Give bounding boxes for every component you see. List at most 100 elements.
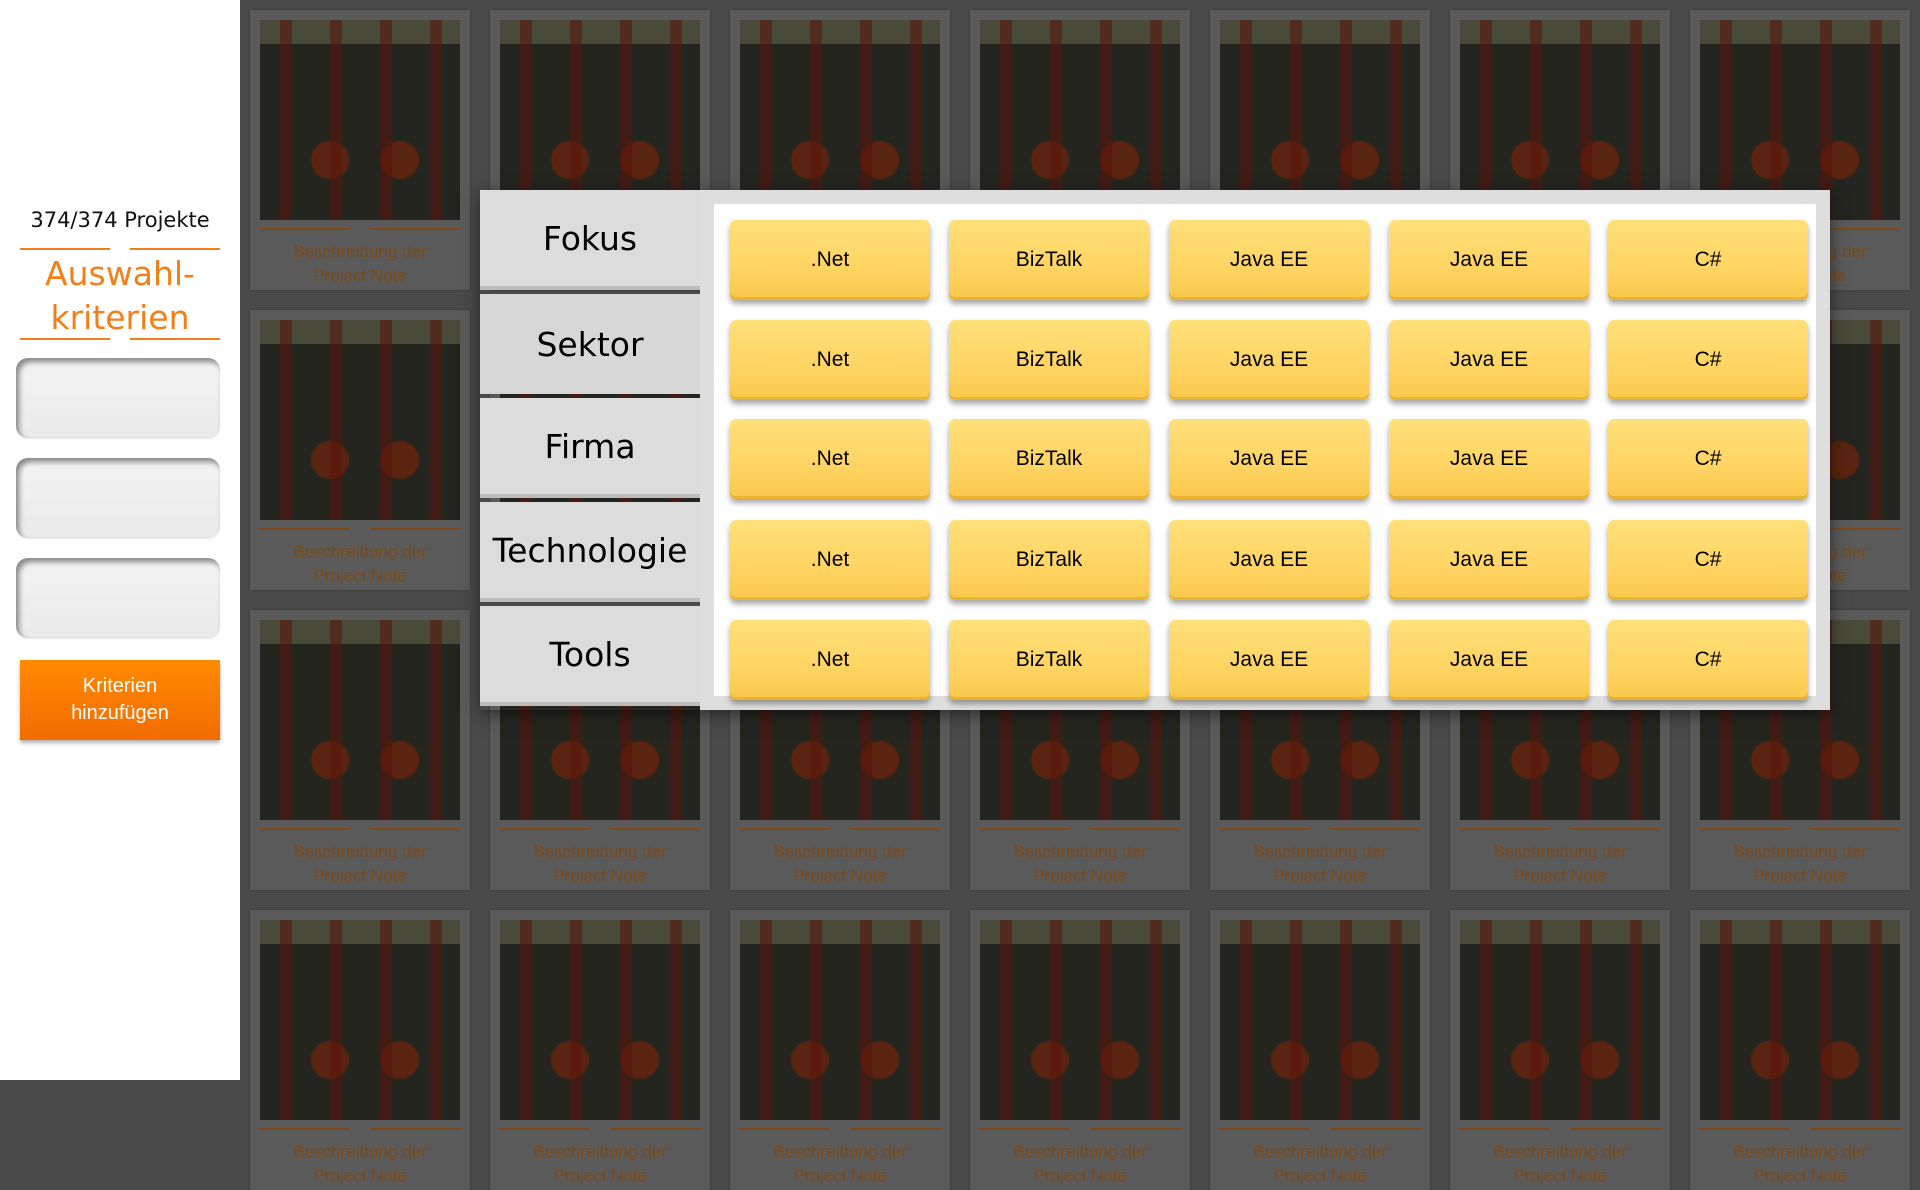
tab-tools[interactable]: Tools: [480, 606, 700, 706]
tile-divider: [1090, 1128, 1180, 1130]
project-tile[interactable]: Beschreibung der Project Note: [970, 910, 1190, 1190]
project-tile[interactable]: Beschreibung der Project Note: [250, 10, 470, 290]
description-line-2: Project Note: [1753, 1166, 1847, 1185]
filter-option-button[interactable]: Java EE: [1169, 220, 1369, 300]
criteria-slot-1[interactable]: [16, 358, 220, 438]
tile-divider: [1810, 828, 1900, 830]
description-line-1: Beschreibung der: [1253, 1142, 1387, 1161]
tab-technologie[interactable]: Technologie: [480, 502, 700, 602]
description-line-1: Beschreibung der: [1013, 1142, 1147, 1161]
tile-divider: [1090, 828, 1180, 830]
filter-option-button[interactable]: C#: [1608, 620, 1808, 700]
divider-line: [20, 338, 110, 340]
tab-firma[interactable]: Firma: [480, 398, 700, 498]
description-line-2: Project Note: [1033, 1166, 1127, 1185]
tile-divider: [740, 1128, 830, 1130]
tab-sektor[interactable]: Sektor: [480, 294, 700, 394]
filter-option-button[interactable]: BizTalk: [949, 220, 1149, 300]
description-line-2: Project Note: [313, 866, 407, 885]
project-description: Beschreibung der Project Note: [1690, 1140, 1910, 1188]
project-description: Beschreibung der Project Note: [730, 840, 950, 888]
filter-option-button[interactable]: C#: [1608, 520, 1808, 600]
filter-option-button[interactable]: Java EE: [1169, 419, 1369, 499]
project-tile[interactable]: Beschreibung der Project Note: [250, 310, 470, 590]
filter-option-button[interactable]: BizTalk: [949, 419, 1149, 499]
tile-divider: [1220, 828, 1310, 830]
tile-divider: [1810, 1128, 1900, 1130]
project-description: Beschreibung der Project Note: [1210, 1140, 1430, 1188]
filter-option-button[interactable]: Java EE: [1389, 419, 1589, 499]
project-count: 374/374 Projekte: [30, 208, 210, 232]
project-thumbnail: [980, 920, 1180, 1120]
description-line-1: Beschreibung der: [1733, 1142, 1867, 1161]
project-tile[interactable]: Beschreibung der Project Note: [1690, 910, 1910, 1190]
filter-option-button[interactable]: .Net: [730, 520, 930, 600]
tile-divider: [1330, 828, 1420, 830]
tile-divider: [370, 528, 460, 530]
filter-option-button[interactable]: BizTalk: [949, 520, 1149, 600]
sidebar: 374/374 Projekte Auswahl- kriterien Krit…: [0, 0, 240, 1080]
project-tile[interactable]: Beschreibung der Project Note: [250, 610, 470, 890]
filter-option-button[interactable]: BizTalk: [949, 320, 1149, 400]
description-line-1: Beschreibung der: [773, 1142, 907, 1161]
tile-divider: [610, 1128, 700, 1130]
filter-option-button[interactable]: .Net: [730, 620, 930, 700]
criteria-slot-3[interactable]: [16, 558, 220, 638]
tile-divider: [850, 828, 940, 830]
description-line-2: Project Note: [1033, 866, 1127, 885]
description-line-1: Beschreibung der: [773, 842, 907, 861]
project-tile[interactable]: Beschreibung der Project Note: [490, 910, 710, 1190]
filter-option-button[interactable]: .Net: [730, 419, 930, 499]
filter-option-button[interactable]: Java EE: [1389, 520, 1589, 600]
filter-option-button[interactable]: Java EE: [1389, 620, 1589, 700]
project-thumbnail: [260, 320, 460, 520]
description-line-1: Beschreibung der: [1733, 842, 1867, 861]
project-thumbnail: [260, 920, 460, 1120]
tab-fokus[interactable]: Fokus: [480, 190, 700, 290]
filter-options-grid: .Net BizTalk Java EE Java EE C# .Net BizTalk Ja…: [714, 204, 1816, 700]
description-line-2: Project Note: [313, 566, 407, 585]
tile-divider: [260, 528, 350, 530]
filter-option-button[interactable]: .Net: [730, 220, 930, 300]
tile-divider: [370, 1128, 460, 1130]
filter-dialog: Fokus Sektor Firma Technologie Tools .Net Biz…: [480, 190, 1830, 710]
filter-option-button[interactable]: C#: [1608, 220, 1808, 300]
project-tile[interactable]: Beschreibung der Project Note: [1450, 910, 1670, 1190]
description-line-2: Project Note: [1273, 866, 1367, 885]
description-line-1: Beschreibung der: [1493, 842, 1627, 861]
description-line-1: Beschreibung der: [533, 1142, 667, 1161]
project-tile[interactable]: Beschreibung der Project Note: [730, 910, 950, 1190]
project-thumbnail: [1460, 920, 1660, 1120]
project-thumbnail: [260, 620, 460, 820]
project-tile[interactable]: Beschreibung der Project Note: [1210, 910, 1430, 1190]
add-criteria-button[interactable]: Kriterien hinzufügen: [20, 660, 220, 740]
filter-option-button[interactable]: Java EE: [1169, 320, 1369, 400]
tile-divider: [740, 828, 830, 830]
add-criteria-label-2: hinzufügen: [71, 702, 169, 724]
tile-divider: [500, 1128, 590, 1130]
tile-divider: [1330, 1128, 1420, 1130]
tile-divider: [260, 828, 350, 830]
description-line-2: Project Note: [1513, 866, 1607, 885]
tile-divider: [500, 828, 590, 830]
project-description: Beschreibung der Project Note: [250, 240, 470, 288]
description-line-1: Beschreibung der: [293, 242, 427, 261]
project-thumbnail: [260, 20, 460, 220]
description-line-1: Beschreibung der: [533, 842, 667, 861]
tile-divider: [1220, 1128, 1310, 1130]
project-description: Beschreibung der Project Note: [490, 840, 710, 888]
filter-option-button[interactable]: BizTalk: [949, 620, 1149, 700]
criteria-slot-2[interactable]: [16, 458, 220, 538]
filter-option-button[interactable]: C#: [1608, 320, 1808, 400]
project-tile[interactable]: Beschreibung der Project Note: [250, 910, 470, 1190]
filter-option-button[interactable]: .Net: [730, 320, 930, 400]
filter-option-button[interactable]: Java EE: [1169, 520, 1369, 600]
filter-option-button[interactable]: C#: [1608, 419, 1808, 499]
filter-option-button[interactable]: Java EE: [1169, 620, 1369, 700]
project-description: Beschreibung der Project Note: [1450, 840, 1670, 888]
filter-option-button[interactable]: Java EE: [1389, 320, 1589, 400]
filter-option-button[interactable]: Java EE: [1389, 220, 1589, 300]
project-description: Beschreibung der Project Note: [250, 840, 470, 888]
project-thumbnail: [1220, 920, 1420, 1120]
tile-divider: [370, 828, 460, 830]
